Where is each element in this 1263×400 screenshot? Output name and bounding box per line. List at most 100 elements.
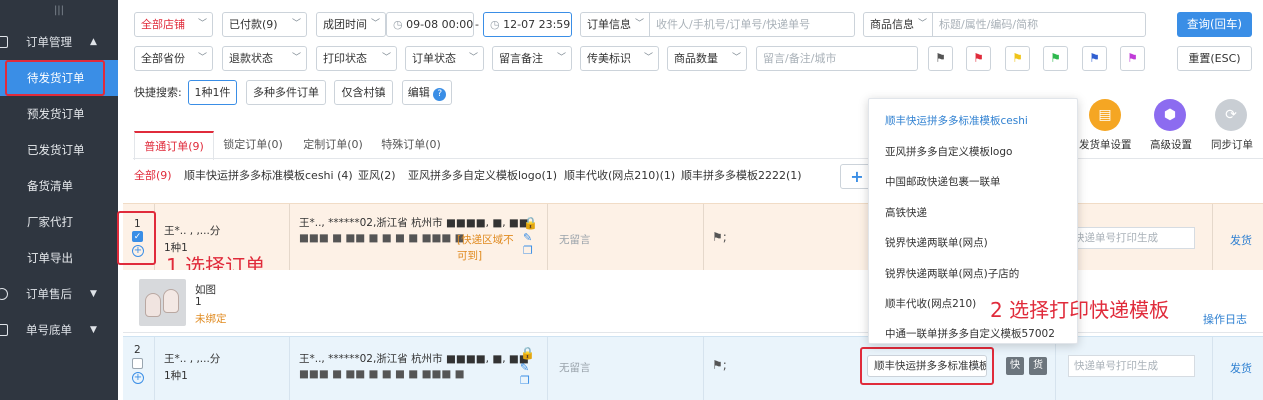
subfilter-yafeng[interactable]: 亚风(2) [358,165,396,187]
remark-select[interactable]: 留言备注 ﹀ [492,46,572,71]
date-from-input[interactable]: ◷ 09-08 00:00 [386,12,474,37]
query-button[interactable]: 查询(回车) [1177,12,1252,37]
sidebar-group-after-sale[interactable]: 订单售后 ▼ [0,276,118,312]
subfilter-yafeng-logo[interactable]: 亚风拼多多自定义模板logo(1) [408,165,557,187]
flag-icon[interactable]: ⚑; [712,230,727,244]
product-info-label: 商品信息 [870,18,914,31]
date-to-input[interactable]: ◷ 12-07 23:59 [483,12,572,37]
divider [1212,337,1213,400]
product-thumbnail[interactable] [139,279,186,326]
quick-option-multi[interactable]: 多种多件订单 [246,80,326,105]
print-status-select[interactable]: 打印状态 ﹀ [316,46,397,71]
gear-icon [0,288,8,300]
qty-select[interactable]: 商品数量 ﹀ [667,46,747,71]
sidebar: ||| 订单管理 ▲ 待发货订单 预发货订单 已发货订单 备货清单 厂家代打 订… [0,0,118,400]
quick-search-label: 快捷搜索: [134,86,182,99]
tab-normal-orders[interactable]: 普通订单(9) [134,131,214,160]
shipping-slip-settings-label[interactable]: 发货单设置 [1079,137,1132,152]
sidebar-item-pre-shipment[interactable]: 预发货订单 [0,96,118,132]
clock-icon: ◷ [393,18,407,31]
mark-select[interactable]: 传美标识 ﹀ [580,46,659,71]
subfilter-all[interactable]: 全部(9) [134,165,172,187]
chevron-down-icon: ﹀ [291,53,301,63]
ship-link[interactable]: 发货 [1230,360,1252,376]
flag-gray-button[interactable]: ⚑ [928,46,953,71]
sidebar-group-waybill[interactable]: 单号底单 ▼ [0,312,118,348]
flag-yellow-button[interactable]: ⚑ [1005,46,1030,71]
flag-green-button[interactable]: ⚑ [1043,46,1068,71]
copy-icon[interactable]: ❐ [520,374,530,387]
copy-icon[interactable]: ❐ [523,244,533,257]
template-option[interactable]: 亚风拼多多自定义模板logo [885,144,1012,159]
product-bind-status: 未绑定 [195,313,227,325]
template-option[interactable]: 中通一联单拼多多自定义模板57002 [885,326,1055,341]
quick-option-single[interactable]: 1种1件 [188,80,237,105]
order-checkbox[interactable] [132,358,143,369]
date-from-value: 09-08 00:00 [406,18,474,31]
sync-orders-icon[interactable]: ⟳ [1215,99,1247,131]
template-option[interactable]: 顺丰快运拼多多标准模板ceshi [885,113,1028,128]
payment-select[interactable]: 已付款(9) ﹀ [222,12,307,37]
date-separator: - [475,18,479,31]
time-type-select[interactable]: 成团时间 ﹀ [316,12,386,37]
template-option[interactable]: 高铁快递 [885,205,927,220]
refund-select[interactable]: 退款状态 ﹀ [222,46,307,71]
order-info-select[interactable]: 订单信息 ﹀ [580,12,650,37]
product-info-select[interactable]: 商品信息 ﹀ [863,12,933,37]
flag-red-button[interactable]: ⚑ [966,46,991,71]
template-option[interactable]: 锐界快递两联单(网点)子店的 [885,266,1019,281]
flag-blue-button[interactable]: ⚑ [1082,46,1107,71]
edit-icon[interactable]: ✎ [523,231,532,244]
province-select[interactable]: 全部省份 ﹀ [134,46,213,71]
buyer-name: 王*.. , ,...分 [164,353,221,365]
order-info-label: 订单信息 [587,18,631,31]
product-info-input[interactable]: 标题/属性/编码/简称 [932,12,1146,37]
operation-log-link[interactable]: 操作日志 [1203,311,1247,327]
edit-icon[interactable]: ✎ [520,361,529,374]
template-option[interactable]: 中国邮政快递包裹一联单 [885,174,1001,189]
address-line-1: 王*.., ******02,浙江省 杭州市 ■■■■, ■, ■■ [299,353,529,365]
template-option[interactable]: 锐界快递两联单(网点) [885,235,988,250]
flag-icon[interactable]: ⚑; [712,358,727,372]
sidebar-item-shipped[interactable]: 已发货订单 [0,132,118,168]
quick-edit-button[interactable]: 编辑 ? [402,80,452,105]
goods-tag-button[interactable]: 货 [1029,357,1047,375]
subfilter-sf-2222[interactable]: 顺丰拼多多模板2222(1) [681,165,802,187]
reset-button[interactable]: 重置(ESC) [1177,46,1252,71]
ship-link[interactable]: 发货 [1230,232,1252,248]
tab-custom-orders[interactable]: 定制订单(0) [300,131,366,158]
payment-select-value: 已付款(9) [229,18,278,31]
lock-icon[interactable]: 🔒 [523,216,538,230]
subfilter-sf-ceshi[interactable]: 顺丰快运拼多多标准模板ceshi (4) [184,165,353,187]
shop-select[interactable]: 全部店铺 ﹀ [134,12,213,37]
order-info-input[interactable]: 收件人/手机号/订单号/快递单号 [649,12,855,37]
tab-locked-orders[interactable]: 锁定订单(0) [220,131,286,158]
sidebar-grip[interactable]: ||| [0,0,118,22]
product-name: 如图 [195,284,216,296]
template-option[interactable]: 顺丰代收(网点210) [885,296,976,311]
sidebar-item-stock-list[interactable]: 备货清单 [0,168,118,204]
lock-icon[interactable]: 🔒 [520,346,535,360]
tracking-number-input[interactable]: 快递单号打印生成 [1068,355,1195,377]
quick-option-village[interactable]: 仅含村镇 [334,80,393,105]
express-tag-button[interactable]: 快 [1006,357,1024,375]
tracking-number-input[interactable]: 快递单号打印生成 [1068,227,1195,249]
chevron-down-icon: ﹀ [381,53,391,63]
flag-purple-button[interactable]: ⚑ [1120,46,1145,71]
province-value: 全部省份 [141,52,185,65]
shipping-slip-settings-icon[interactable]: ▤ [1089,99,1121,131]
product-qty: 1 [195,296,202,308]
tab-special-orders[interactable]: 特殊订单(0) [378,131,444,158]
remark-search-input[interactable]: 留言/备注/城市 [756,46,918,71]
advanced-settings-label[interactable]: 高级设置 [1150,137,1192,152]
sync-orders-label[interactable]: 同步订单 [1211,137,1253,152]
sidebar-item-vendor-print[interactable]: 厂家代打 [0,204,118,240]
sidebar-group-order-manage[interactable]: 订单管理 ▲ [0,24,118,60]
subfilter-sf-210[interactable]: 顺丰代收(网点210)(1) [564,165,675,187]
expand-plus-icon[interactable]: + [132,372,144,384]
advanced-settings-icon[interactable]: ⬢ [1154,99,1186,131]
buyer-remark: 无留言 [559,234,591,246]
chevron-up-icon: ▲ [90,37,97,47]
sidebar-item-order-export[interactable]: 订单导出 [0,240,118,276]
order-status-select[interactable]: 订单状态 ﹀ [405,46,484,71]
